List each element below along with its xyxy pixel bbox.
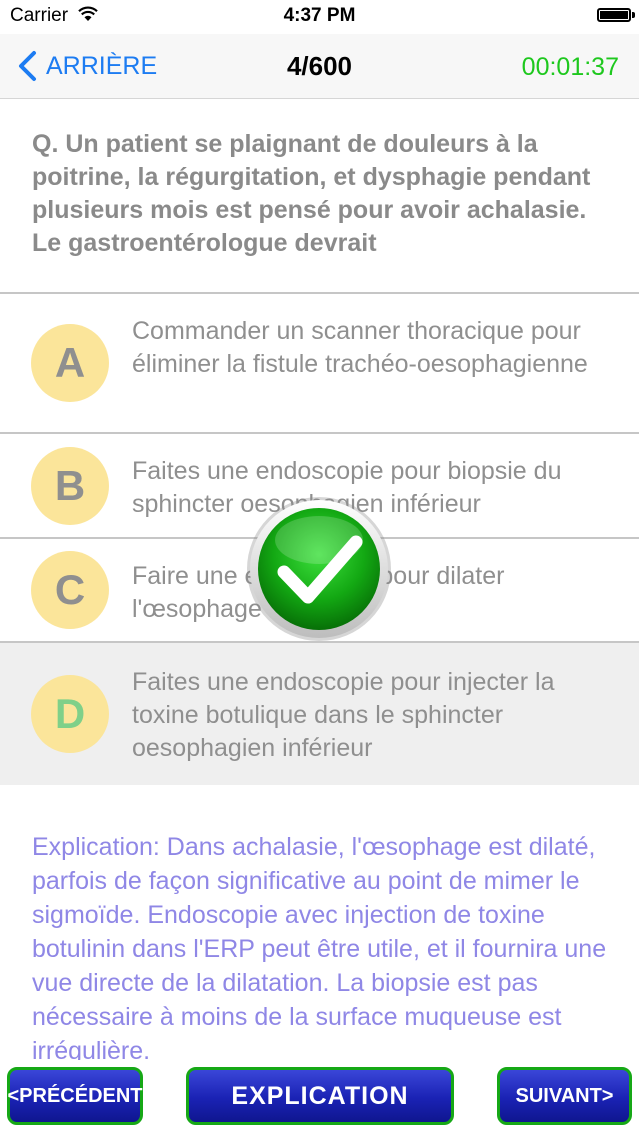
next-button[interactable]: SUIVANT> bbox=[497, 1067, 632, 1125]
quiz-timer: 00:01:37 bbox=[521, 53, 619, 81]
status-time: 4:37 PM bbox=[283, 5, 356, 26]
explanation-text: Explication: Dans achalasie, l'œsophage … bbox=[32, 833, 607, 1060]
battery-icon bbox=[597, 8, 631, 22]
option-letter-badge: C bbox=[31, 551, 109, 629]
status-bar: Carrier 4:37 PM bbox=[0, 0, 639, 34]
battery-tip bbox=[632, 12, 635, 18]
option-text: Faites une endoscopie pour injecter la t… bbox=[132, 668, 555, 762]
option-a[interactable]: A Commander un scanner thoracique pour é… bbox=[0, 294, 639, 432]
option-letter-badge: D bbox=[31, 675, 109, 753]
option-text: Commander un scanner thoracique pour éli… bbox=[132, 317, 588, 378]
question-text: Q. Un patient se plaignant de douleurs à… bbox=[32, 130, 591, 257]
option-d[interactable]: D Faites une endoscopie pour injecter la… bbox=[0, 643, 639, 785]
option-letter-badge: B bbox=[31, 447, 109, 525]
previous-button[interactable]: <PRÉCÉDENT bbox=[7, 1067, 143, 1125]
explanation-button[interactable]: EXPLICATION bbox=[186, 1067, 454, 1125]
checkmark-icon bbox=[247, 497, 391, 641]
nav-bar: ARRIÈRE 4/600 00:01:37 bbox=[0, 34, 639, 99]
option-letter-badge: A bbox=[31, 324, 109, 402]
